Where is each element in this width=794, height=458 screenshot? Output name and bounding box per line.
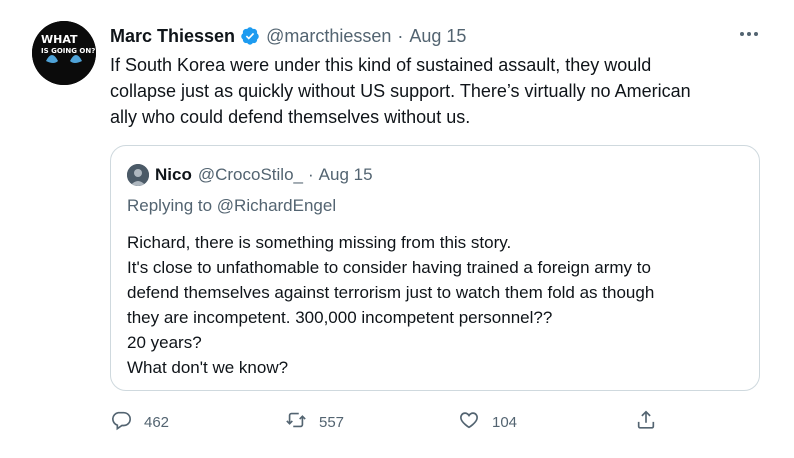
quoted-tweet-date: Aug 15 (318, 165, 373, 184)
like-button[interactable]: 104 (458, 408, 517, 436)
retweet-icon (285, 409, 307, 435)
quoted-text-line: they are incompetent. 300,000 incompeten… (127, 308, 553, 327)
replying-to-mention: @RichardEngel (216, 196, 337, 215)
tweet-date[interactable]: Aug 15 (409, 26, 466, 47)
tweet-text: If South Korea were under this kind of s… (110, 52, 760, 130)
more-options-icon[interactable] (737, 26, 761, 42)
like-count: 104 (492, 413, 518, 431)
quoted-tweet[interactable]: Nico @CrocoStilo_ · Aug 15 Replying to @… (110, 145, 760, 391)
author-handle[interactable]: @marcthiessen (266, 26, 391, 47)
quoted-tweet-header: Nico @CrocoStilo_ · Aug 15 (127, 164, 373, 186)
verified-badge-icon (240, 26, 260, 46)
tweet-header: Marc Thiessen @marcthiessen · Aug 15 (110, 24, 466, 48)
replying-to: Replying to @RichardEngel (127, 196, 336, 216)
avatar-logo-subtext: IS GOING ON? (41, 47, 95, 55)
author-name[interactable]: Marc Thiessen (110, 26, 235, 47)
retweet-count: 557 (319, 413, 345, 431)
header-separator: · (397, 25, 404, 46)
quoted-text-line: It's close to unfathomable to consider h… (127, 258, 651, 277)
tweet-text-line: collapse just as quickly without US supp… (110, 81, 691, 101)
replying-to-label: Replying to (127, 196, 213, 215)
share-icon (635, 409, 657, 435)
share-button[interactable] (635, 408, 657, 436)
avatar-logo-text: WHAT (41, 33, 78, 46)
reply-count: 462 (144, 413, 170, 431)
reply-button[interactable]: 462 (110, 408, 169, 436)
quoted-text-line: defend themselves against terrorism just… (127, 283, 655, 302)
like-icon (458, 409, 480, 435)
quoted-text-line: Richard, there is something missing from… (127, 233, 512, 252)
quoted-text-line: 20 years? (127, 333, 202, 352)
tweet-text-line: If South Korea were under this kind of s… (110, 55, 652, 75)
author-avatar[interactable]: WHAT IS GOING ON? (32, 21, 96, 85)
quoted-author-avatar (127, 164, 149, 186)
tweet-text-line: ally who could defend themselves without… (110, 107, 471, 127)
quoted-header-separator: · (307, 165, 314, 184)
quoted-text-line: What don't we know? (127, 358, 289, 377)
tweet[interactable]: WHAT IS GOING ON? Marc Thiessen @marcthi… (0, 0, 794, 458)
retweet-button[interactable]: 557 (285, 408, 344, 436)
reply-icon (110, 409, 132, 435)
quoted-author-handle: @CrocoStilo_ (197, 165, 303, 184)
quoted-tweet-text: Richard, there is something missing from… (127, 230, 747, 380)
quoted-author-name: Nico (155, 165, 192, 184)
